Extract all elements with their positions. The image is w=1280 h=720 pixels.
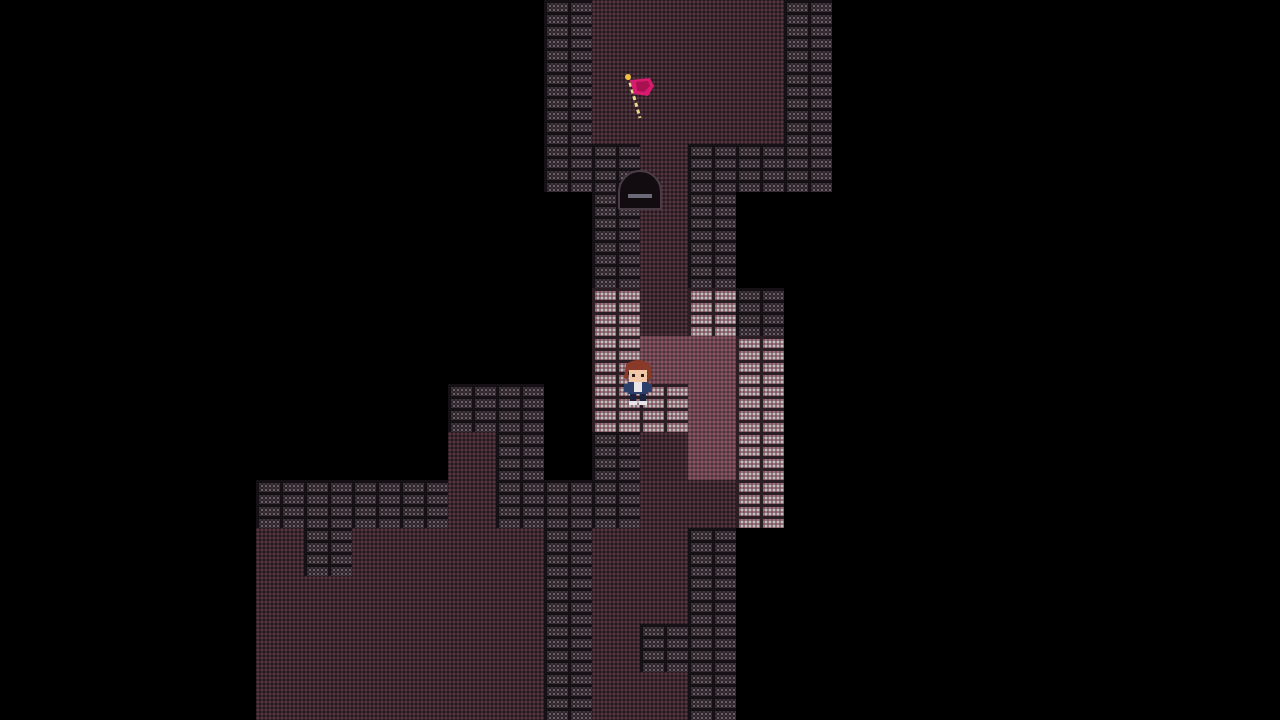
floor-tile	[256, 576, 304, 624]
wall-tile	[304, 480, 352, 528]
floor-tile	[400, 528, 448, 576]
wall-tile	[256, 480, 304, 528]
wall-tile	[736, 288, 784, 336]
floor-tile	[352, 528, 400, 576]
floor-tile	[448, 432, 496, 480]
wall-tile	[688, 528, 736, 576]
wall-tile	[544, 624, 592, 672]
floor-tile	[640, 576, 688, 624]
floor-tile	[496, 672, 544, 720]
floor-tile	[592, 576, 640, 624]
floor-tile	[640, 672, 688, 720]
floor-tile	[736, 0, 784, 48]
wall-tile	[496, 384, 544, 432]
wall-tile	[592, 240, 640, 288]
floor-tile	[592, 624, 640, 672]
floor-tile	[448, 576, 496, 624]
wall-tile	[736, 144, 784, 192]
floor-tile	[640, 480, 688, 528]
wall-tile	[784, 96, 832, 144]
floor-tile	[496, 624, 544, 672]
floor-tile	[688, 48, 736, 96]
floor-tile	[592, 528, 640, 576]
floor-tile	[304, 624, 352, 672]
wall-tile	[688, 240, 736, 288]
wall-tile	[688, 144, 736, 192]
lit-floor-tile	[688, 432, 736, 480]
wall-tile	[448, 384, 496, 432]
wall-tile	[688, 624, 736, 672]
floor-tile	[640, 0, 688, 48]
wall-tile	[400, 480, 448, 528]
floor-tile	[736, 96, 784, 144]
floor-tile	[640, 528, 688, 576]
lit-wall-tile	[736, 384, 784, 432]
lit-wall-tile	[736, 336, 784, 384]
floor-tile	[400, 576, 448, 624]
floor-tile	[496, 528, 544, 576]
wall-tile	[352, 480, 400, 528]
wall-tile	[304, 528, 352, 576]
lit-wall-tile	[688, 288, 736, 336]
wall-tile	[688, 192, 736, 240]
wall-tile	[544, 0, 592, 48]
floor-tile	[352, 624, 400, 672]
floor-tile	[736, 48, 784, 96]
game-screen	[0, 0, 1280, 720]
floor-tile	[352, 576, 400, 624]
floor-tile	[448, 480, 496, 528]
wall-tile	[544, 480, 592, 528]
wall-tile	[784, 48, 832, 96]
floor-tile	[640, 240, 688, 288]
wall-tile	[640, 624, 688, 672]
wall-tile	[784, 0, 832, 48]
floor-tile	[592, 672, 640, 720]
wall-tile	[688, 672, 736, 720]
wall-tile	[496, 432, 544, 480]
floor-tile	[256, 528, 304, 576]
floor-tile	[688, 480, 736, 528]
floor-tile	[640, 288, 688, 336]
wall-tile	[544, 672, 592, 720]
floor-tile	[352, 672, 400, 720]
floor-tile	[688, 96, 736, 144]
floor-tile	[256, 624, 304, 672]
floor-tile	[448, 528, 496, 576]
floor-tile	[592, 0, 640, 48]
floor-tile	[496, 576, 544, 624]
wall-tile	[544, 528, 592, 576]
floor-tile	[400, 624, 448, 672]
wall-tile	[544, 48, 592, 96]
lit-floor-tile	[688, 384, 736, 432]
lit-wall-tile	[592, 288, 640, 336]
wall-tile	[544, 96, 592, 144]
game-viewport[interactable]	[256, 0, 1024, 720]
wall-tile	[592, 480, 640, 528]
player-hero-sprite[interactable]	[618, 358, 658, 406]
floor-tile	[400, 672, 448, 720]
floor-tile	[304, 576, 352, 624]
wall-tile	[592, 432, 640, 480]
floor-tile	[640, 432, 688, 480]
floor-tile	[448, 672, 496, 720]
wall-tile	[784, 144, 832, 192]
wall-tile	[544, 144, 592, 192]
goal-flag-icon[interactable]	[618, 72, 658, 120]
lit-floor-tile	[688, 336, 736, 384]
lit-wall-tile	[736, 432, 784, 480]
lit-wall-tile	[736, 480, 784, 528]
wall-tile	[496, 480, 544, 528]
floor-tile	[304, 672, 352, 720]
floor-tile	[688, 0, 736, 48]
floor-tile	[256, 672, 304, 720]
wall-tile	[544, 576, 592, 624]
north-doorway[interactable]	[618, 170, 662, 210]
floor-tile	[448, 624, 496, 672]
wall-tile	[688, 576, 736, 624]
